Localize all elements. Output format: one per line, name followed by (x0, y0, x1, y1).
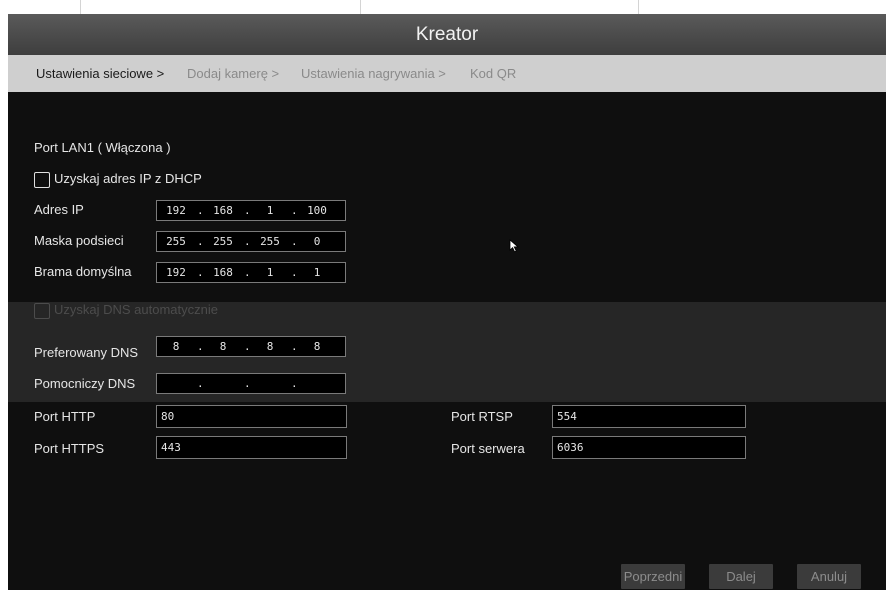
ip-octet[interactable]: 100 (298, 201, 336, 220)
octet-separator: . (291, 340, 298, 353)
octet-separator: . (197, 266, 204, 279)
subnet-mask-label: Maska podsieci (34, 233, 124, 248)
dns-octet[interactable]: 8 (157, 337, 195, 356)
top-strip (0, 0, 886, 14)
mask-octet[interactable]: 255 (157, 232, 195, 251)
octet-separator: . (291, 377, 298, 390)
window-title: Kreator (8, 14, 886, 55)
ip-address-label: Adres IP (34, 202, 84, 217)
mask-octet[interactable]: 0 (298, 232, 336, 251)
dns-octet[interactable]: 8 (251, 337, 289, 356)
step-network-settings[interactable]: Ustawienia sieciowe > (36, 55, 164, 92)
mask-octet[interactable]: 255 (251, 232, 289, 251)
preferred-dns-field[interactable]: 8 . 8 . 8 . 8 (156, 336, 346, 357)
dns-auto-checkbox[interactable] (34, 303, 50, 319)
octet-separator: . (197, 204, 204, 217)
subnet-mask-field[interactable]: 255 . 255 . 255 . 0 (156, 231, 346, 252)
cancel-button[interactable]: Anuluj (797, 564, 861, 589)
https-port-input[interactable]: 443 (156, 436, 347, 459)
previous-button[interactable]: Poprzedni (621, 564, 685, 589)
mouse-cursor-icon (509, 239, 520, 253)
wizard-window: Kreator Ustawienia sieciowe > Dodaj kame… (8, 14, 886, 590)
divider (360, 0, 361, 14)
octet-separator: . (244, 340, 251, 353)
wizard-steps: Ustawienia sieciowe > Dodaj kamerę > Ust… (8, 55, 886, 92)
dns-octet[interactable]: 8 (298, 337, 336, 356)
rtsp-port-input[interactable]: 554 (552, 405, 746, 428)
server-port-input[interactable]: 6036 (552, 436, 746, 459)
gateway-label: Brama domyślna (34, 264, 132, 279)
gateway-octet[interactable]: 1 (298, 263, 336, 282)
alternate-dns-field[interactable]: . . . (156, 373, 346, 394)
octet-separator: . (244, 204, 251, 217)
octet-separator: . (291, 204, 298, 217)
step-add-camera[interactable]: Dodaj kamerę > (187, 55, 279, 92)
server-port-label: Port serwera (451, 441, 525, 456)
alternate-dns-label: Pomocniczy DNS (34, 376, 136, 391)
step-qr-code[interactable]: Kod QR (470, 55, 516, 92)
octet-separator: . (244, 266, 251, 279)
octet-separator: . (197, 377, 204, 390)
ip-octet[interactable]: 192 (157, 201, 195, 220)
octet-separator: . (197, 340, 204, 353)
ip-address-field[interactable]: 192 . 168 . 1 . 100 (156, 200, 346, 221)
dns-octet[interactable]: 8 (204, 337, 242, 356)
octet-separator: . (244, 235, 251, 248)
http-port-label: Port HTTP (34, 409, 96, 424)
gateway-octet[interactable]: 1 (251, 263, 289, 282)
port-lan-title: Port LAN1 ( Włączona ) (34, 140, 171, 155)
gateway-octet[interactable]: 168 (204, 263, 242, 282)
dhcp-checkbox[interactable] (34, 172, 50, 188)
dns-section-background (8, 302, 886, 402)
octet-separator: . (291, 235, 298, 248)
dns-auto-label: Uzyskaj DNS automatycznie (54, 302, 218, 317)
divider (80, 0, 81, 14)
ip-octet[interactable]: 168 (204, 201, 242, 220)
mask-octet[interactable]: 255 (204, 232, 242, 251)
gateway-octet[interactable]: 192 (157, 263, 195, 282)
divider (638, 0, 639, 14)
preferred-dns-label: Preferowany DNS (34, 345, 139, 360)
gateway-field[interactable]: 192 . 168 . 1 . 1 (156, 262, 346, 283)
http-port-input[interactable]: 80 (156, 405, 347, 428)
dhcp-label: Uzyskaj adres IP z DHCP (54, 171, 202, 186)
https-port-label: Port HTTPS (34, 441, 105, 456)
next-button[interactable]: Dalej (709, 564, 773, 589)
ip-octet[interactable]: 1 (251, 201, 289, 220)
rtsp-port-label: Port RTSP (451, 409, 513, 424)
octet-separator: . (244, 377, 251, 390)
octet-separator: . (197, 235, 204, 248)
step-record-settings[interactable]: Ustawienia nagrywania > (301, 55, 446, 92)
octet-separator: . (291, 266, 298, 279)
